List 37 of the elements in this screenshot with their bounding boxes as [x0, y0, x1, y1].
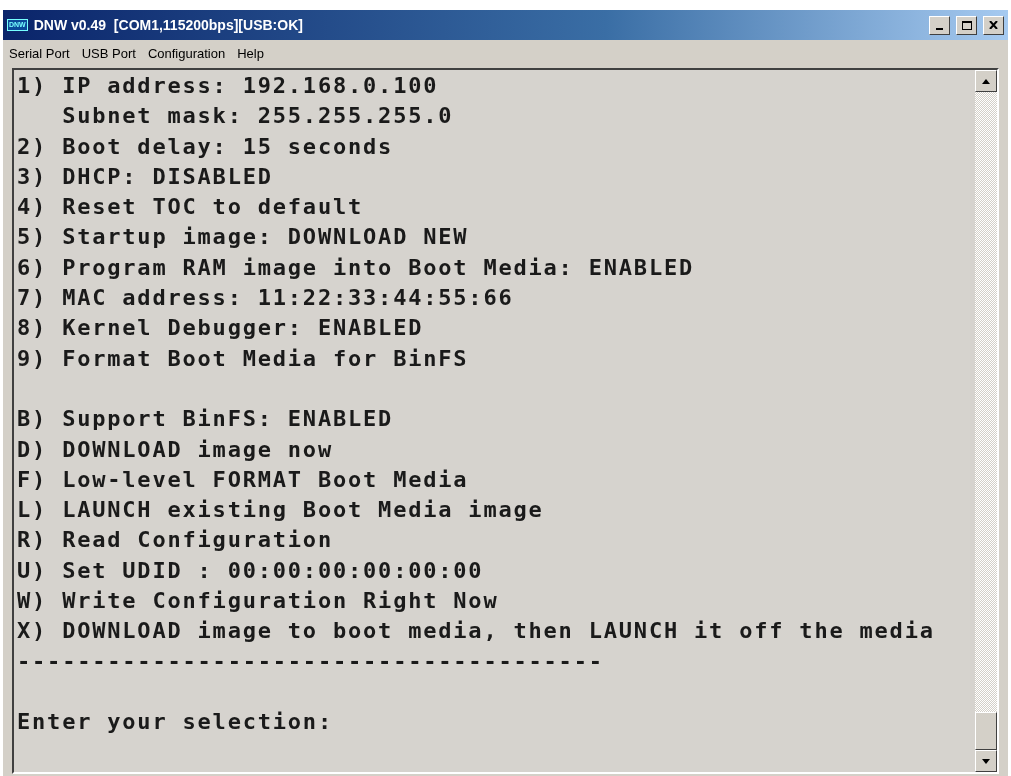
terminal-line: D) DOWNLOAD image now	[17, 435, 333, 464]
terminal-line: 3) DHCP: DISABLED	[17, 162, 273, 191]
terminal-line: F) Low-level FORMAT Boot Media	[17, 465, 469, 494]
scroll-up-button[interactable]	[975, 70, 997, 92]
menu-item[interactable]: Help	[237, 44, 264, 64]
terminal-line: 2) Boot delay: 15 seconds	[17, 132, 394, 161]
terminal-line: Enter your selection:	[17, 708, 333, 737]
terminal-line: 8) Kernel Debugger: ENABLED	[17, 314, 424, 343]
menu-item[interactable]: Configuration	[147, 44, 226, 64]
terminal-line: U) Set UDID : 00:00:00:00:00:00	[17, 556, 484, 585]
window-title: DNW v0.49 [COM1,115200bps][USB:OK]	[33, 15, 303, 35]
down-arrow-icon	[982, 758, 990, 764]
terminal-line: ---------------------------------------	[17, 647, 604, 676]
scroll-thumb[interactable]	[975, 712, 997, 750]
maximize-button[interactable]	[956, 15, 977, 35]
close-button[interactable]	[983, 15, 1004, 35]
terminal-line: 6) Program RAM image into Boot Media: ENABLED	[17, 253, 695, 282]
terminal-line: 4) Reset TOC to default	[17, 193, 364, 222]
scrollbar[interactable]	[975, 70, 997, 772]
terminal-line: Subnet mask: 255.255.255.0	[61, 102, 454, 131]
terminal-line: W) Write Configuration Right Now	[17, 587, 499, 616]
terminal-line: 1) IP address: 192.168.0.100	[17, 72, 439, 100]
close-icon	[989, 21, 998, 29]
terminal-line: R) Read Configuration	[17, 526, 333, 555]
terminal-line: 9) Format Boot Media for BinFS	[17, 344, 469, 373]
up-arrow-icon	[982, 78, 990, 84]
menu-item[interactable]: Serial Port	[9, 44, 70, 64]
terminal-line: 5) Startup image: DOWNLOAD NEW	[17, 223, 469, 252]
menu-item[interactable]: USB Port	[81, 44, 136, 64]
scroll-down-button[interactable]	[975, 750, 997, 772]
terminal-line: X) DOWNLOAD image to boot media, then LAUNCH it off the media	[17, 617, 935, 646]
minimize-icon	[936, 28, 943, 30]
terminal-line: L) LAUNCH existing Boot Media image	[17, 496, 544, 525]
minimize-button[interactable]	[929, 15, 950, 35]
terminal-line: 7) MAC address: 11:22:33:44:55:66	[17, 284, 514, 313]
maximize-icon	[961, 20, 972, 30]
terminal-line: B) Support BinFS: ENABLED	[17, 405, 394, 434]
